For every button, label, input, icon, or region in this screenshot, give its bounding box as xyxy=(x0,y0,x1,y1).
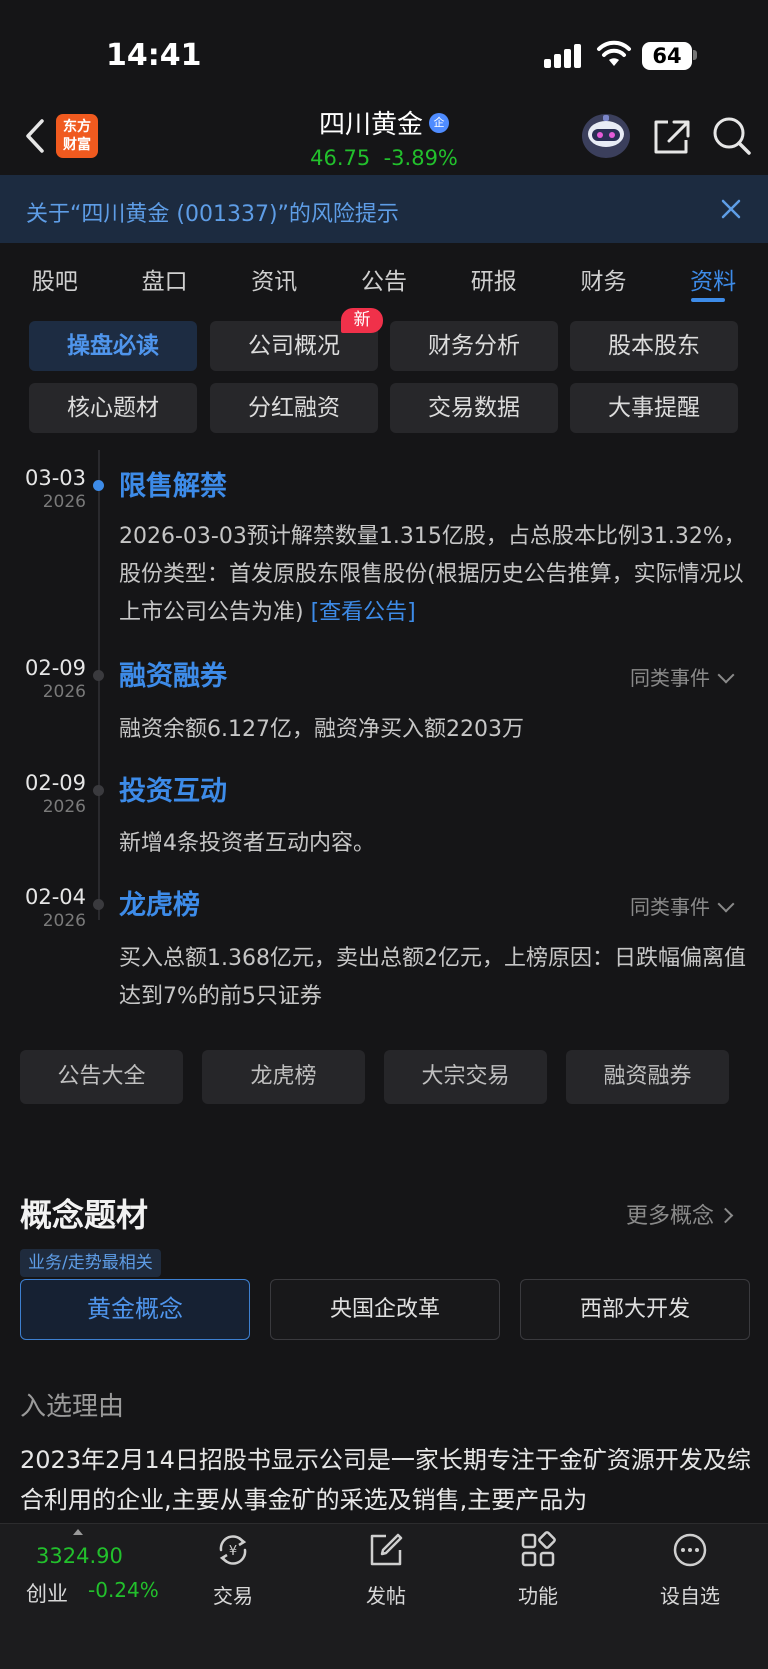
similar-events-button[interactable]: 同类事件 xyxy=(630,662,735,691)
event-text: 2026-03-03预计解禁数量1.315亿股，占总股本比例31.32%，股份类… xyxy=(119,524,746,625)
selection-reason-text: 2023年2月14日招股书显示公司是一家长期专注于金矿资源开发及综合利用的企业,… xyxy=(20,1446,751,1514)
trade-icon: ¥ xyxy=(219,1535,247,1565)
subtab-financial-analysis[interactable]: 财务分析 xyxy=(390,321,558,371)
chevron-right-icon xyxy=(717,1207,734,1224)
similar-events-label: 同类事件 xyxy=(630,666,710,690)
similar-events-button[interactable]: 同类事件 xyxy=(630,891,735,920)
timeline-dot xyxy=(93,480,104,491)
grid-icon xyxy=(521,1531,556,1567)
event-body: 2026-03-03预计解禁数量1.315亿股，占总股本比例31.32%，股份类… xyxy=(119,518,749,632)
similar-events-label: 同类事件 xyxy=(630,895,710,919)
timeline-line xyxy=(98,450,100,920)
enterprise-badge: 企 xyxy=(429,112,449,133)
event-year: 2026 xyxy=(42,911,86,931)
subtab-dividends-financing[interactable]: 分红融资 xyxy=(210,383,378,433)
caret-up-icon xyxy=(73,1529,83,1535)
selection-reason-heading: 入选理由 xyxy=(20,1392,125,1422)
timeline-dot xyxy=(93,785,104,796)
nav-trade-label: 交易 xyxy=(213,1584,253,1608)
tab-finance[interactable]: 财务 xyxy=(549,262,659,302)
subtab-trading-must-read[interactable]: 操盘必读 xyxy=(29,321,197,371)
cellular-signal-icon xyxy=(544,44,584,68)
active-tab-indicator xyxy=(691,298,725,302)
status-time: 14:41 xyxy=(106,38,202,73)
event-text: 买入总额1.368亿元，卖出总额2亿元，上榜原因：日跌幅偏离值达到7%的前5只证… xyxy=(119,946,746,1009)
event-title[interactable]: 龙虎榜 xyxy=(119,883,200,922)
margin-trading-button[interactable]: 融资融券 xyxy=(566,1050,729,1104)
index-change: -0.24% xyxy=(88,1578,159,1602)
risk-banner-text[interactable]: 关于“四川黄金 (001337)”的风险提示 xyxy=(26,196,399,228)
event-text: 新增4条投资者互动内容。 xyxy=(119,831,375,856)
concept-gold[interactable]: 黄金概念 xyxy=(20,1279,250,1340)
subtab-core-themes[interactable]: 核心题材 xyxy=(29,383,197,433)
stock-name: 四川黄金 xyxy=(318,110,423,140)
event-year: 2026 xyxy=(42,797,86,817)
event-date: 02-09 xyxy=(24,771,86,795)
battery-icon: 64 xyxy=(642,42,692,70)
most-relevant-tag: 业务/走势最相关 xyxy=(20,1249,161,1277)
tab-research[interactable]: 研报 xyxy=(439,262,549,302)
index-name[interactable]: 创业 xyxy=(26,1578,68,1608)
robot-assistant-icon[interactable] xyxy=(580,112,632,160)
nav-post-label: 发帖 xyxy=(366,1584,406,1608)
event-title[interactable]: 限售解禁 xyxy=(119,464,227,503)
tab-news[interactable]: 资讯 xyxy=(219,262,329,302)
share-icon[interactable] xyxy=(652,118,692,156)
dragon-tiger-list-button[interactable]: 龙虎榜 xyxy=(202,1050,365,1104)
close-icon[interactable] xyxy=(718,196,744,222)
block-trade-button[interactable]: 大宗交易 xyxy=(384,1050,547,1104)
more-concepts-label: 更多概念 xyxy=(626,1204,715,1229)
event-year: 2026 xyxy=(42,682,86,702)
concepts-heading: 概念题材 xyxy=(20,1196,149,1234)
nav-functions-label: 功能 xyxy=(518,1584,558,1608)
stock-change: -3.89% xyxy=(383,146,458,170)
more-icon xyxy=(673,1533,707,1567)
index-value[interactable]: 3324.90 xyxy=(36,1544,123,1568)
event-text: 融资余额6.127亿，融资净买入额2203万 xyxy=(119,717,524,742)
tab-profile[interactable]: 资料 xyxy=(658,262,768,302)
event-title[interactable]: 投资互动 xyxy=(119,769,227,808)
tab-pankou[interactable]: 盘口 xyxy=(110,262,220,302)
nav-functions[interactable]: 功能 xyxy=(488,1530,588,1609)
new-badge: 新 xyxy=(341,308,383,333)
tab-announcements[interactable]: 公告 xyxy=(329,262,439,302)
concept-soe-reform[interactable]: 央国企改革 xyxy=(270,1279,500,1340)
svg-text:¥: ¥ xyxy=(229,1544,237,1559)
chevron-down-icon xyxy=(717,666,735,684)
timeline-dot xyxy=(93,670,104,681)
nav-trade[interactable]: ¥ 交易 xyxy=(183,1530,283,1609)
stock-price: 46.75 xyxy=(310,146,371,170)
event-date: 02-09 xyxy=(24,656,86,680)
subtab-trading-data[interactable]: 交易数据 xyxy=(390,383,558,433)
chevron-down-icon xyxy=(717,895,735,913)
subtab-event-reminders[interactable]: 大事提醒 xyxy=(570,383,738,433)
battery-tip xyxy=(693,50,697,60)
edit-icon xyxy=(370,1533,403,1566)
event-year: 2026 xyxy=(42,492,86,512)
more-concepts-link[interactable]: 更多概念 xyxy=(626,1198,734,1230)
concept-western-development[interactable]: 西部大开发 xyxy=(520,1279,750,1340)
nav-watchlist[interactable]: 设自选 xyxy=(640,1530,740,1609)
tab-bar: 股吧 盘口 资讯 公告 研报 财务 资料 xyxy=(0,262,768,302)
wifi-icon xyxy=(597,40,631,66)
event-date: 03-03 xyxy=(24,466,86,490)
event-title[interactable]: 融资融券 xyxy=(119,654,227,693)
tab-guba[interactable]: 股吧 xyxy=(0,262,110,302)
event-date: 02-04 xyxy=(24,885,86,909)
nav-post[interactable]: 发帖 xyxy=(336,1530,436,1609)
nav-watchlist-label: 设自选 xyxy=(660,1584,720,1608)
all-announcements-button[interactable]: 公告大全 xyxy=(20,1050,183,1104)
view-announcement-link[interactable]: [查看公告] xyxy=(311,600,416,625)
subtab-shareholders[interactable]: 股本股东 xyxy=(570,321,738,371)
search-icon[interactable] xyxy=(712,116,752,156)
timeline-dot xyxy=(93,899,104,910)
